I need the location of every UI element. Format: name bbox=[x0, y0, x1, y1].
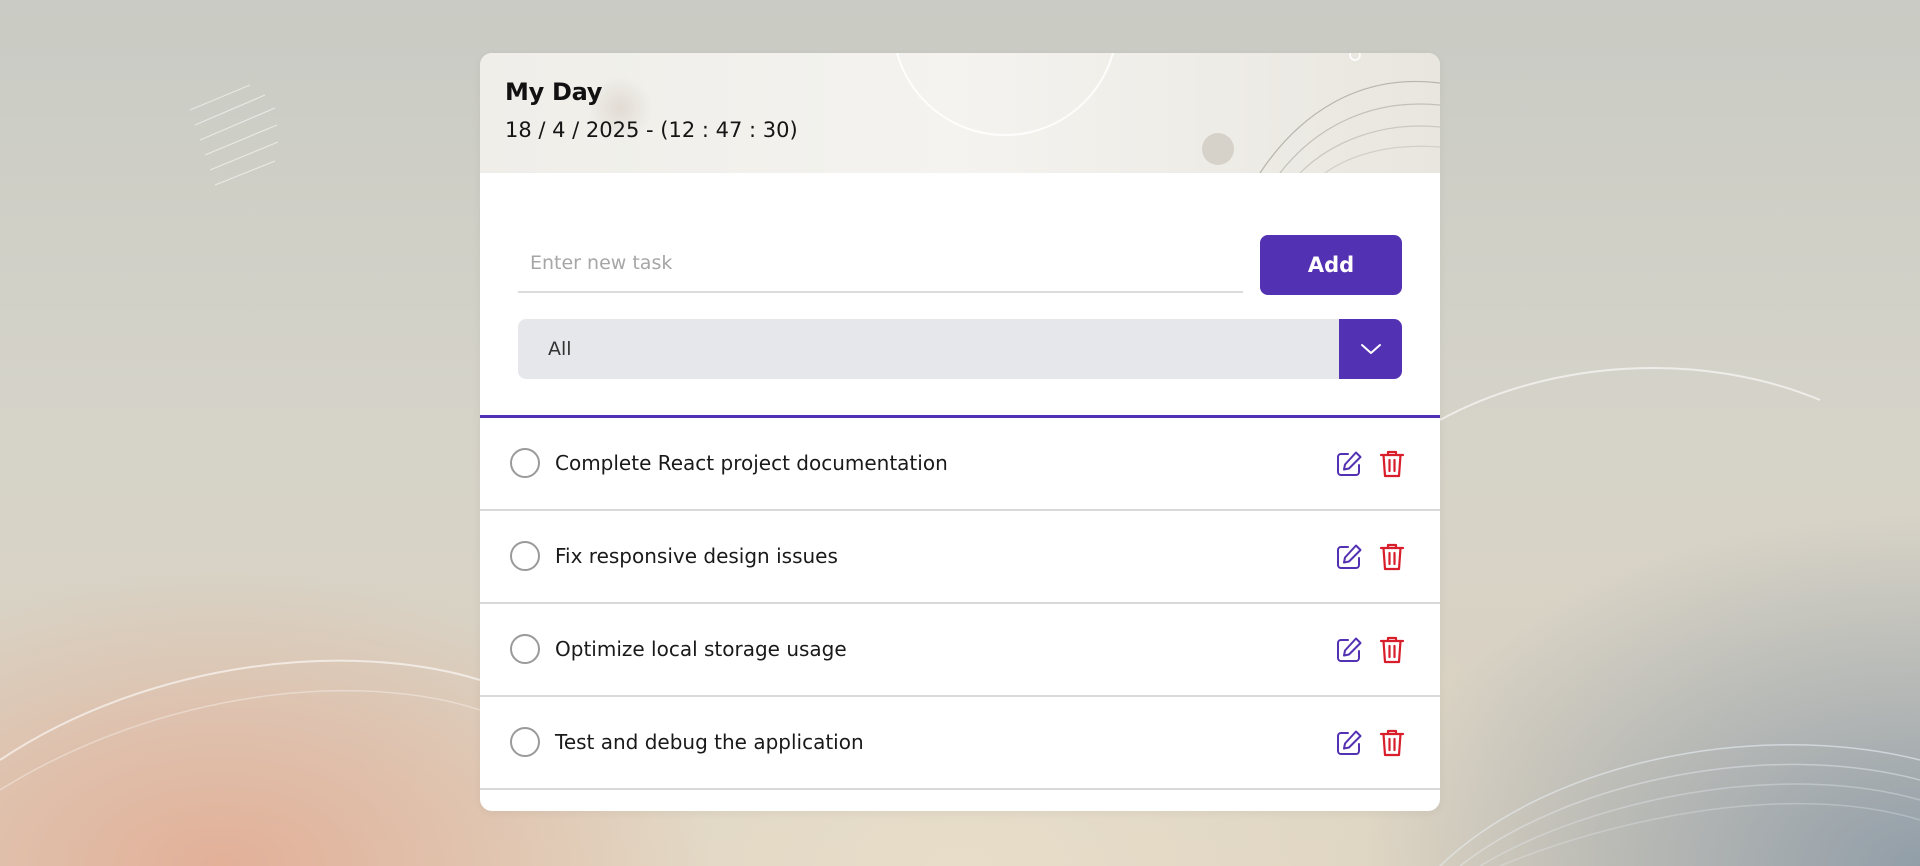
trash-icon[interactable] bbox=[1379, 449, 1405, 479]
todo-card: My Day 18 / 4 / 2025 - (12 : 47 : 30) Ad… bbox=[480, 53, 1440, 811]
task-item: Complete React project documentation bbox=[480, 418, 1440, 511]
task-list: Complete React project documentation Fix… bbox=[480, 418, 1440, 790]
header-decoration bbox=[896, 53, 1440, 173]
task-text: Complete React project documentation bbox=[555, 451, 948, 475]
add-task-button[interactable]: Add bbox=[1260, 235, 1402, 295]
filter-select[interactable]: All bbox=[518, 319, 1402, 379]
card-header: My Day 18 / 4 / 2025 - (12 : 47 : 30) bbox=[480, 53, 1440, 173]
filter-selected-value: All bbox=[548, 338, 572, 360]
new-task-row: Add bbox=[518, 235, 1402, 295]
task-complete-checkbox[interactable] bbox=[510, 727, 540, 757]
trash-icon[interactable] bbox=[1379, 542, 1405, 572]
task-item: Test and debug the application bbox=[480, 697, 1440, 790]
task-text: Optimize local storage usage bbox=[555, 637, 847, 661]
trash-icon[interactable] bbox=[1379, 728, 1405, 758]
edit-icon[interactable] bbox=[1335, 450, 1363, 478]
filter-dropdown-button[interactable] bbox=[1339, 319, 1402, 379]
edit-icon[interactable] bbox=[1335, 543, 1363, 571]
task-text: Fix responsive design issues bbox=[555, 544, 838, 568]
task-complete-checkbox[interactable] bbox=[510, 541, 540, 571]
task-complete-checkbox[interactable] bbox=[510, 448, 540, 478]
trash-icon[interactable] bbox=[1379, 635, 1405, 665]
task-item: Fix responsive design issues bbox=[480, 511, 1440, 604]
new-task-input[interactable] bbox=[518, 235, 1243, 293]
date-time-display: 18 / 4 / 2025 - (12 : 47 : 30) bbox=[505, 118, 798, 142]
task-item: Optimize local storage usage bbox=[480, 604, 1440, 697]
task-complete-checkbox[interactable] bbox=[510, 634, 540, 664]
task-text: Test and debug the application bbox=[555, 730, 864, 754]
page-title: My Day bbox=[505, 78, 603, 106]
edit-icon[interactable] bbox=[1335, 729, 1363, 757]
chevron-down-icon bbox=[1360, 344, 1381, 354]
edit-icon[interactable] bbox=[1335, 636, 1363, 664]
